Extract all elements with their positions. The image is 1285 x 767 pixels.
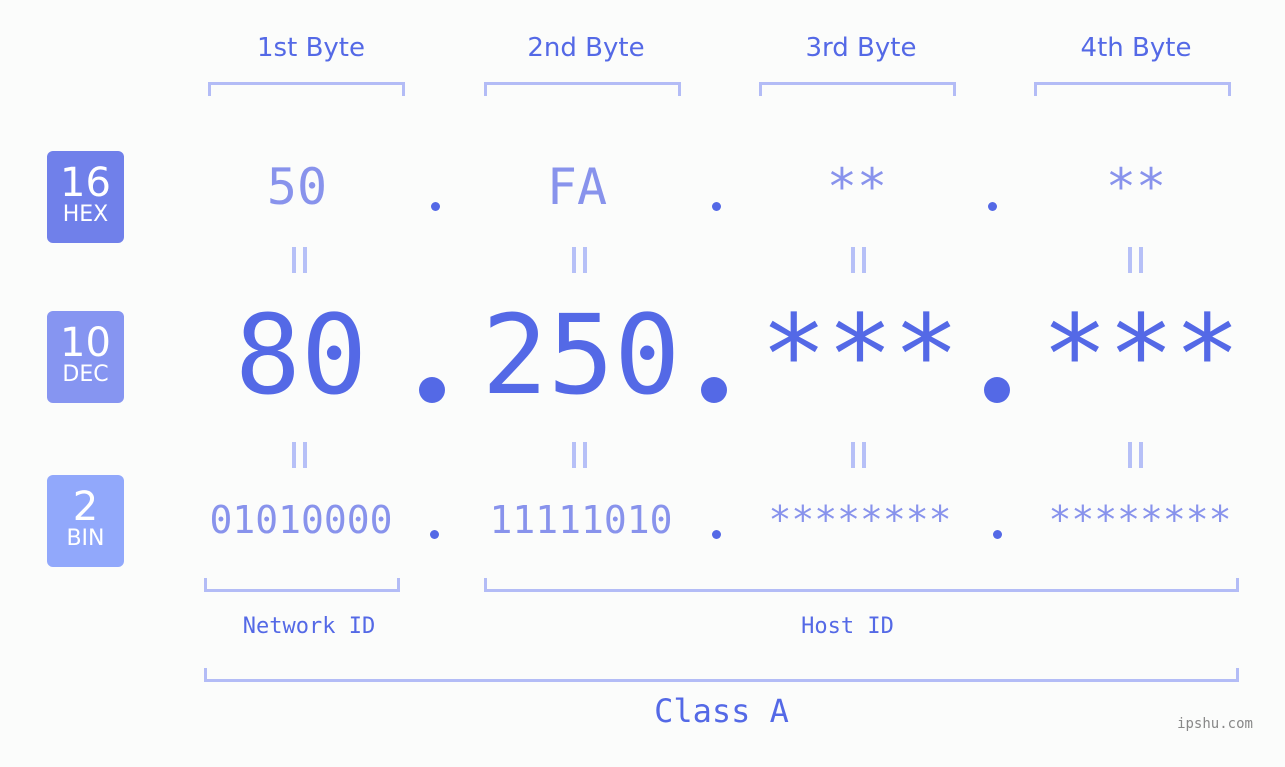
hex-dot-2 — [712, 202, 721, 211]
equals-icon — [572, 247, 588, 273]
equals-icon — [572, 442, 588, 468]
host-id-label: Host ID — [801, 614, 894, 639]
hex-badge-number: 16 — [60, 160, 111, 206]
byte-bracket-1 — [208, 82, 405, 96]
byte-bracket-2 — [484, 82, 681, 96]
dec-dot-1 — [419, 377, 445, 403]
hex-byte-2: FA — [546, 158, 608, 216]
hex-badge-label: HEX — [62, 202, 109, 227]
bin-byte-4: ******** — [1048, 498, 1232, 542]
watermark: ipshu.com — [1177, 716, 1253, 732]
dec-byte-2: 250 — [481, 291, 681, 419]
byte-title-2: 2nd Byte — [527, 33, 645, 63]
equals-icon — [1128, 247, 1144, 273]
dec-badge-label: DEC — [62, 362, 109, 387]
network-id-bracket — [204, 578, 400, 592]
byte-bracket-3 — [759, 82, 956, 96]
network-id-label: Network ID — [242, 614, 376, 639]
bin-byte-3: ******** — [768, 498, 952, 542]
equals-icon — [1128, 442, 1144, 468]
byte-bracket-4 — [1034, 82, 1231, 96]
byte-title-1: 1st Byte — [257, 33, 365, 63]
equals-icon — [292, 442, 308, 468]
bin-dot-2 — [712, 530, 721, 539]
bin-badge-number: 2 — [72, 484, 99, 530]
bin-byte-2: 11111010 — [489, 498, 673, 542]
equals-icon — [851, 247, 867, 273]
dec-byte-3: *** — [760, 291, 960, 419]
class-bracket — [204, 668, 1239, 682]
hex-dot-3 — [988, 202, 997, 211]
hex-byte-4: ** — [1105, 158, 1167, 216]
hex-byte-3: ** — [826, 158, 888, 216]
equals-icon — [851, 442, 867, 468]
bin-dot-1 — [430, 530, 439, 539]
byte-title-4: 4th Byte — [1080, 33, 1192, 63]
ip-class-label: Class A — [654, 692, 789, 730]
dec-byte-1: 80 — [234, 291, 368, 419]
bin-dot-3 — [993, 530, 1002, 539]
dec-badge: 10 DEC — [47, 311, 124, 403]
host-id-bracket — [484, 578, 1239, 592]
equals-icon — [292, 247, 308, 273]
hex-badge: 16 HEX — [47, 151, 124, 243]
dec-byte-4: *** — [1041, 291, 1241, 419]
hex-dot-1 — [431, 202, 440, 211]
bin-badge-label: BIN — [66, 526, 105, 551]
dec-dot-2 — [701, 377, 727, 403]
dec-badge-number: 10 — [60, 320, 111, 366]
bin-badge: 2 BIN — [47, 475, 124, 567]
byte-title-3: 3rd Byte — [805, 33, 917, 63]
hex-byte-1: 50 — [266, 158, 328, 216]
bin-byte-1: 01010000 — [209, 498, 393, 542]
dec-dot-3 — [984, 377, 1010, 403]
